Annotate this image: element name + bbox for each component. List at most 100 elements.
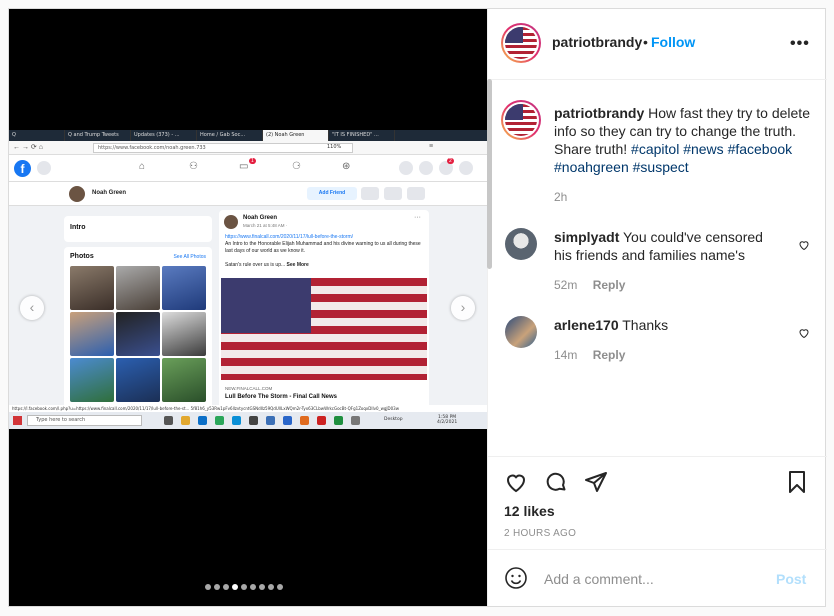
intro-label: Intro	[70, 224, 86, 231]
search-profile-button	[384, 187, 402, 200]
post-caption: patriotbrandy How fast they try to delet…	[554, 104, 816, 206]
carousel-dot	[277, 584, 283, 590]
post-date: March 21 at 5:48 AM ·	[243, 223, 288, 228]
post-media[interactable]: Q Q and Trump Tweets Updates (373) - ...…	[9, 9, 487, 606]
comment-bubble-icon[interactable]	[544, 470, 568, 494]
browser-tab: Updates (373) - ...	[131, 130, 197, 141]
more-options-icon[interactable]: •••	[790, 35, 810, 53]
american-flag-image	[221, 278, 427, 380]
fb-search-icon	[37, 161, 51, 175]
task-view-icon	[164, 416, 173, 425]
browser-status-bar: https://l.facebook.com/l.php?u=https://w…	[9, 405, 487, 412]
post-body: An Intro to the Honorable Elijah Muhamma…	[225, 241, 421, 254]
comment-username[interactable]: simplyadt	[554, 229, 619, 245]
scrollbar[interactable]	[487, 79, 492, 269]
intro-card: Intro	[64, 216, 212, 242]
taskbar-search: Type here to search	[27, 415, 142, 426]
clock-date: 4/2/2021	[437, 420, 458, 425]
next-slide-button[interactable]: ›	[451, 296, 475, 320]
see-all-photos-link: See All Photos	[173, 254, 206, 260]
post-more-icon: ···	[414, 214, 421, 221]
like-comment-heart-icon[interactable]	[798, 327, 810, 339]
comment-input[interactable]: Add a comment...	[544, 571, 654, 587]
carousel-dot	[205, 584, 211, 590]
comment-time: 52m	[554, 278, 578, 292]
carousel-indicator	[205, 584, 283, 590]
hashtag-noahgreen[interactable]: #noahgreen	[554, 159, 629, 175]
post-link: https://www.finalcall.com/2020/11/17/lul…	[225, 234, 354, 240]
reply-button[interactable]: Reply	[593, 278, 626, 292]
browser-tab: "IT IS FINISHED" ...	[329, 130, 395, 141]
app-icon	[334, 416, 343, 425]
post-text: An Intro to the Honorable Elijah Muhamma…	[225, 241, 421, 269]
facebook-profile-bar: Noah Green Add Friend	[9, 182, 487, 206]
comment-composer: Add a comment... Post	[488, 549, 827, 605]
zoom-level: 110%	[327, 144, 342, 150]
comment-avatar[interactable]	[505, 316, 537, 348]
photo-thumb	[162, 358, 206, 402]
watch-icon: ▭	[239, 161, 249, 172]
toolbar-icons: ≡	[429, 143, 434, 150]
post-header: patriotbrandy • Follow •••	[488, 9, 827, 80]
flag-canton	[221, 278, 311, 333]
hashtag-capitol[interactable]: #capitol	[631, 141, 679, 157]
browser-tab: Q	[9, 130, 65, 141]
comment: arlene170 Thanks 14m Reply	[554, 316, 784, 364]
emoji-icon[interactable]	[504, 566, 528, 590]
comment: simplyadt You could've censored his frie…	[554, 228, 784, 294]
reply-button[interactable]: Reply	[593, 348, 626, 362]
facebook-logo-icon: f	[14, 160, 31, 177]
link-source: NEW.FINALCALL.COM	[225, 386, 273, 391]
browser-tab-bar: Q Q and Trump Tweets Updates (373) - ...…	[9, 130, 487, 141]
add-friend-button: Add Friend	[307, 187, 357, 200]
browser-tab: Q and Trump Tweets	[65, 130, 131, 141]
author-username[interactable]: patriotbrandy	[552, 34, 642, 50]
comment-username[interactable]: arlene170	[554, 317, 619, 333]
post-author: Noah Green	[243, 215, 278, 221]
photo-thumb	[70, 358, 114, 402]
like-comment-heart-icon[interactable]	[798, 239, 810, 251]
post-comment-button[interactable]: Post	[776, 571, 806, 587]
taskbar-clock: 1:58 PM 4/2/2021	[437, 415, 457, 425]
carousel-dot	[259, 584, 265, 590]
photo-thumb	[116, 266, 160, 310]
home-icon: ⌂	[139, 161, 146, 172]
post-actions: 12 likes 2 HOURS AGO Add a comment... Po…	[488, 456, 827, 606]
facebook-navbar: f ⌂ ⚇ ▭ 1 ⚆ ⊛ 2	[9, 155, 487, 182]
link-title: Lull Before The Storm - Final Call News	[225, 394, 338, 400]
windows-start-icon	[13, 416, 22, 425]
app-icon	[249, 416, 258, 425]
comment-avatar[interactable]	[505, 228, 537, 260]
app-icon	[215, 416, 224, 425]
app-icon	[232, 416, 241, 425]
follow-button[interactable]: Follow	[651, 34, 695, 50]
like-count[interactable]: 12 likes	[504, 503, 555, 519]
hashtag-suspect[interactable]: #suspect	[633, 159, 689, 175]
notification-badge: 2	[447, 158, 454, 164]
like-heart-icon[interactable]	[504, 470, 528, 494]
hashtag-news[interactable]: #news	[683, 141, 723, 157]
caption-username[interactable]: patriotbrandy	[554, 105, 644, 121]
caption-time: 2h	[554, 190, 568, 204]
author-avatar[interactable]	[501, 23, 541, 63]
messenger-icon	[419, 161, 433, 175]
app-icon	[283, 416, 292, 425]
facebook-post: Noah Green March 21 at 5:48 AM · ··· htt…	[219, 210, 429, 420]
photo-thumb	[70, 312, 114, 356]
share-paper-plane-icon[interactable]	[584, 470, 608, 494]
comment-time: 14m	[554, 348, 578, 362]
photo-grid	[70, 266, 206, 402]
browser-url-bar: ← → ⟳ ⌂ https://www.facebook.com/noah.gr…	[9, 141, 487, 155]
comment-text: Thanks	[622, 317, 669, 333]
more-options-button	[407, 187, 425, 200]
hashtag-facebook[interactable]: #facebook	[728, 141, 793, 157]
carousel-dot	[232, 584, 238, 590]
photo-thumb	[70, 266, 114, 310]
save-bookmark-icon[interactable]	[785, 470, 809, 494]
groups-icon: ⚆	[292, 161, 301, 172]
create-icon	[399, 161, 413, 175]
post-timestamp: 2 HOURS AGO	[504, 528, 577, 539]
watch-badge: 1	[249, 158, 256, 164]
caption-avatar[interactable]	[501, 100, 541, 140]
previous-slide-button[interactable]: ‹	[20, 296, 44, 320]
